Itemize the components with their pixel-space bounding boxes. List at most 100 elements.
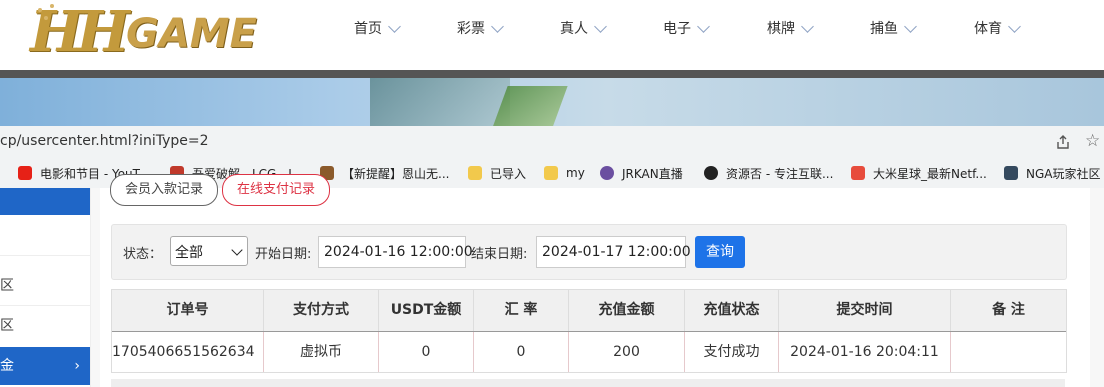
table-row: 1705406651562634 虚拟币 0 0 200 支付成功 2024-0…: [112, 332, 1066, 372]
cell-submit-time: 2024-01-16 20:04:11: [779, 332, 951, 372]
cell-pay-method: 虚拟币: [264, 332, 379, 372]
folder-icon: [544, 166, 558, 180]
main-panel: 会员入款记录 在线支付记录 状态： 全部 开始日期: 2024-01-16 12…: [100, 174, 1090, 387]
youtube-icon: [18, 166, 32, 180]
col-header-submit-time: 提交时间: [779, 290, 951, 331]
logo-hh-text: HH: [30, 0, 130, 65]
nav-item-fishing[interactable]: 捕鱼: [870, 18, 917, 38]
cell-status: 支付成功: [685, 332, 779, 372]
bookmark-label: JRKAN直播: [622, 166, 683, 181]
records-table: 订单号 支付方式 USDT金额 汇 率 充值金额 充值状态 提交时间 备 注 1…: [111, 289, 1067, 373]
status-select[interactable]: 全部: [170, 236, 248, 266]
nav-item-home[interactable]: 首页: [354, 18, 401, 38]
col-header-rate: 汇 率: [474, 290, 569, 331]
jrkan-icon: [600, 166, 614, 180]
sidebar-divider: [0, 305, 90, 306]
banner-shape: [370, 78, 510, 128]
sidebar-top-item[interactable]: [0, 188, 90, 215]
url-text[interactable]: cp/usercenter.html?iniType=2: [0, 133, 209, 149]
bookmark-dami[interactable]: 大米星球_最新Netf...: [851, 158, 987, 188]
sidebar-divider: [0, 255, 90, 256]
browser-address-bar[interactable]: cp/usercenter.html?iniType=2 ☆: [0, 126, 1104, 159]
bookmark-folder-my[interactable]: my: [544, 158, 585, 188]
col-header-remark: 备 注: [992, 302, 1025, 318]
cell-remark: [951, 332, 1066, 372]
nav-item-label: 棋牌: [767, 21, 795, 37]
bookmark-star-icon[interactable]: ☆: [1085, 132, 1100, 150]
bookmark-label: 资源否 - 专注互联...: [726, 166, 834, 181]
header-divider: [0, 70, 1104, 78]
filter-bar: 状态： 全部 开始日期: 2024-01-16 12:00:00 结束日期: 2…: [111, 224, 1067, 280]
col-header-status: 充值状态: [685, 290, 779, 331]
bookmark-label: 【新提醒】恩山无...: [342, 166, 450, 181]
bookmark-ziyuan[interactable]: 资源否 - 专注互联...: [704, 158, 833, 188]
hh-game-logo[interactable]: HH GAME: [30, 2, 300, 62]
tab-label: 在线支付记录: [237, 182, 316, 197]
banner-image: [0, 78, 1104, 128]
bookmark-label: NGA玩家社区: [1026, 166, 1101, 181]
logo-spark: [50, 4, 54, 8]
pagination-bar: [111, 379, 1065, 387]
bookmark-label: my: [566, 166, 585, 180]
nav-item-slots[interactable]: 电子: [663, 18, 710, 38]
cell-amount: 200: [569, 332, 685, 372]
chevron-down-icon: [594, 19, 607, 33]
col-header-order-no: 订单号: [112, 290, 264, 331]
nav-item-label: 体育: [974, 21, 1002, 37]
logo-spark: [44, 16, 48, 20]
nav-item-label: 首页: [354, 21, 382, 37]
nav-item-sports[interactable]: 体育: [974, 18, 1021, 38]
nav-item-lottery[interactable]: 彩票: [457, 18, 504, 38]
sidebar-item-active[interactable]: 金 ›: [0, 347, 90, 385]
bookmark-jrkan[interactable]: JRKAN直播: [600, 158, 683, 188]
chevron-right-icon: ›: [74, 358, 80, 374]
cell-order-no: 1705406651562634: [112, 332, 264, 372]
ziyuan-icon: [704, 166, 718, 180]
chevron-down-icon: [491, 19, 504, 33]
nga-icon: [1004, 166, 1018, 180]
start-date-label: 开始日期:: [255, 247, 312, 262]
share-icon[interactable]: [1055, 134, 1071, 150]
col-header-pay-method: 支付方式: [264, 290, 379, 331]
bookmark-folder-imported[interactable]: 已导入: [468, 158, 526, 188]
start-date-input[interactable]: 2024-01-16 12:00:00: [318, 236, 473, 268]
logo-spark: [38, 8, 42, 12]
bookmark-right[interactable]: 【新提醒】恩山无...: [320, 158, 449, 188]
nav-item-cards[interactable]: 棋牌: [767, 18, 814, 38]
end-date-label: 结束日期:: [471, 247, 528, 262]
status-label: 状态：: [123, 247, 163, 262]
cell-usdt-amount: 0: [379, 332, 474, 372]
table-header: 订单号 支付方式 USDT金额 汇 率 充值金额 充值状态 提交时间 备 注: [112, 290, 1066, 332]
bookmark-nga[interactable]: NGA玩家社区: [1004, 158, 1101, 188]
tab-online-payment-records[interactable]: 在线支付记录: [222, 174, 331, 206]
nav-item-label: 真人: [560, 21, 588, 37]
site-header: HH GAME 首页 彩票 真人 电子 棋牌 捕鱼 体育: [0, 0, 1104, 70]
sidebar-item[interactable]: 区: [0, 267, 90, 305]
col-header-usdt-amount: USDT金额: [379, 290, 474, 331]
sidebar-item-label: 区: [0, 278, 14, 294]
bookmark-label: 已导入: [490, 166, 527, 181]
cell-rate: 0: [474, 332, 569, 372]
sidebar-item-label: 金: [0, 358, 14, 374]
tab-label: 会员入款记录: [125, 182, 204, 197]
tab-deposit-records[interactable]: 会员入款记录: [110, 174, 219, 206]
nav-item-label: 电子: [663, 21, 691, 37]
sidebar-item-label: 区: [0, 318, 14, 334]
status-select-value: 全部: [175, 245, 203, 261]
end-date-input[interactable]: 2024-01-17 12:00:00: [536, 236, 691, 268]
nav-item-label: 彩票: [457, 21, 485, 37]
chevron-down-icon: [801, 19, 814, 33]
start-date-value: 2024-01-16 12:00:00: [324, 244, 473, 260]
query-button[interactable]: 查询: [695, 236, 745, 268]
nav-item-live[interactable]: 真人: [560, 18, 607, 38]
folder-icon: [468, 166, 482, 180]
chevron-down-icon: [904, 19, 917, 33]
bookmark-label: 大米星球_最新Netf...: [873, 166, 987, 181]
chevron-down-icon: [388, 19, 401, 33]
end-date-value: 2024-01-17 12:00:00: [542, 244, 691, 260]
col-header-amount: 充值金额: [569, 290, 685, 331]
logo-game-text: GAME: [126, 11, 257, 57]
sidebar-item[interactable]: 区: [0, 307, 90, 345]
chevron-down-icon: [1008, 19, 1021, 33]
chevron-down-icon: [697, 19, 710, 33]
